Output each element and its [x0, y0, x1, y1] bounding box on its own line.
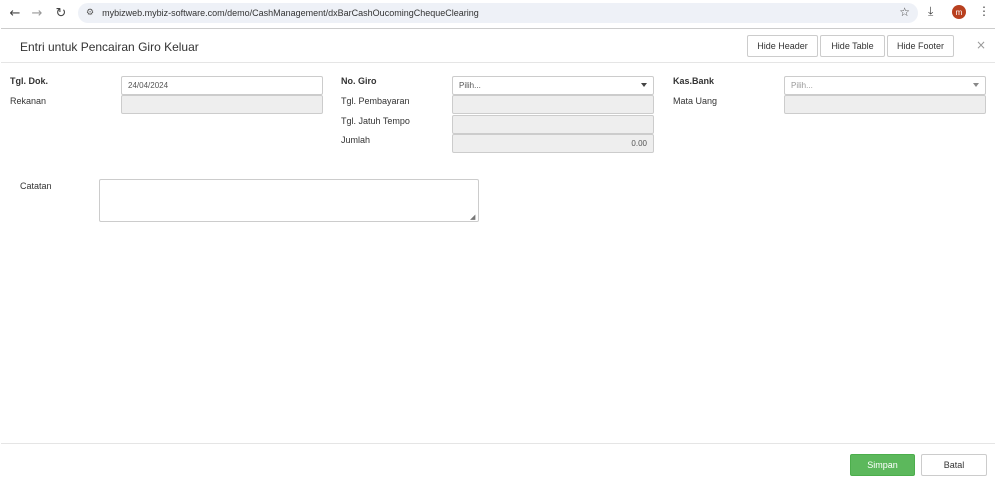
kas-bank-label: Kas.Bank	[673, 76, 715, 86]
back-icon[interactable]: ←	[6, 4, 24, 22]
address-bar[interactable]: ⚙ mybizweb.mybiz-software.com/demo/CashM…	[78, 3, 918, 23]
close-icon[interactable]: ×	[976, 38, 986, 52]
reload-icon[interactable]: ↻	[52, 4, 70, 22]
modal-footer: Simpan Batal	[1, 443, 995, 487]
modal-dialog: Entri untuk Pencairan Giro Keluar Hide H…	[1, 28, 995, 486]
star-icon[interactable]: ☆	[899, 5, 910, 19]
no-giro-placeholder: Pilih...	[459, 81, 481, 90]
catatan-textarea[interactable]	[99, 179, 479, 222]
tgl-jatuh-tempo-input	[452, 115, 654, 134]
mata-uang-input	[784, 95, 986, 114]
url-text: mybizweb.mybiz-software.com/demo/CashMan…	[102, 8, 479, 18]
avatar[interactable]: m	[952, 5, 966, 19]
modal-title: Entri untuk Pencairan Giro Keluar	[20, 40, 199, 54]
save-button[interactable]: Simpan	[850, 454, 915, 476]
jumlah-input: 0.00	[452, 134, 654, 153]
cancel-button[interactable]: Batal	[921, 454, 987, 476]
catatan-label: Catatan	[20, 181, 52, 191]
site-settings-icon[interactable]: ⚙	[86, 8, 94, 18]
chevron-down-icon	[973, 83, 979, 87]
hide-table-button[interactable]: Hide Table	[820, 35, 885, 57]
no-giro-select[interactable]: Pilih...	[452, 76, 654, 95]
tgl-jatuh-tempo-label: Tgl. Jatuh Tempo	[341, 116, 410, 126]
browser-toolbar: ← → ↻ ⚙ mybizweb.mybiz-software.com/demo…	[0, 0, 996, 26]
tgl-pembayaran-label: Tgl. Pembayaran	[341, 96, 410, 106]
modal-header: Entri untuk Pencairan Giro Keluar Hide H…	[1, 29, 995, 63]
kas-bank-placeholder: Pilih...	[791, 81, 813, 90]
rekanan-input	[121, 95, 323, 114]
chevron-down-icon	[641, 83, 647, 87]
no-giro-label: No. Giro	[341, 76, 377, 86]
tgl-pembayaran-input	[452, 95, 654, 114]
kebab-menu-icon[interactable]: ⋮	[978, 4, 990, 18]
hide-footer-button[interactable]: Hide Footer	[887, 35, 954, 57]
rekanan-label: Rekanan	[10, 96, 47, 106]
forward-icon[interactable]: →	[28, 4, 46, 22]
kas-bank-select[interactable]: Pilih...	[784, 76, 986, 95]
tgl-dok-label: Tgl. Dok.	[10, 76, 48, 86]
download-icon[interactable]: ⤓	[928, 4, 933, 19]
mata-uang-label: Mata Uang	[673, 96, 718, 106]
jumlah-label: Jumlah	[341, 135, 371, 145]
tgl-dok-input[interactable]: 24/04/2024	[121, 76, 323, 95]
hide-header-button[interactable]: Hide Header	[747, 35, 818, 57]
